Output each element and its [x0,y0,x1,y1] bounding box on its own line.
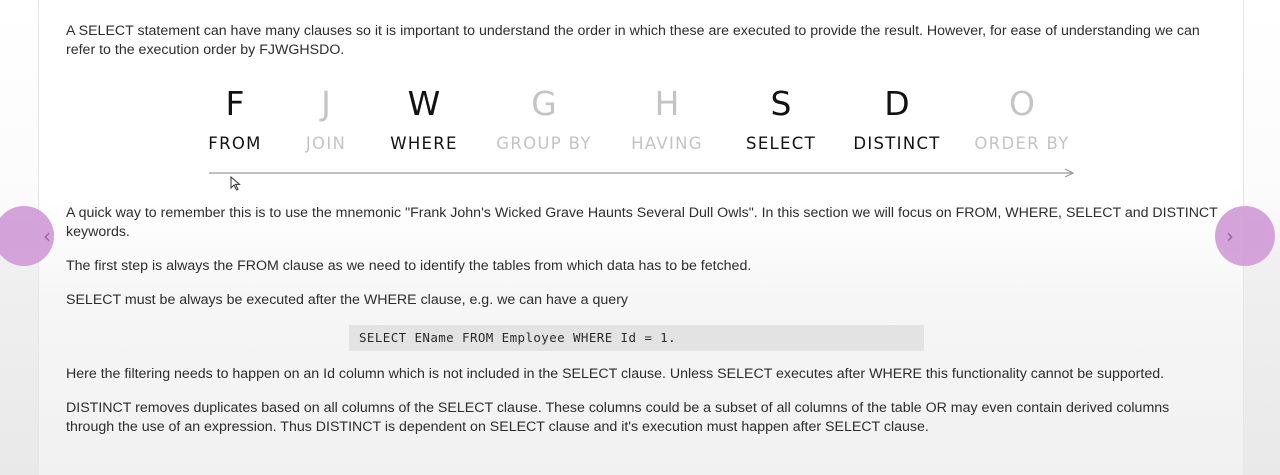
next-slide-button[interactable]: › [1215,206,1275,266]
from-paragraph: The first step is always the FROM clause… [66,258,752,274]
clause-distinct: DISTINCT [853,134,941,153]
clause-join: JOIN [305,134,347,153]
intro-paragraph: A SELECT statement can have many clauses… [66,23,1200,58]
chevron-left-icon: ‹ [43,224,51,248]
mnemonic-letter-f: F [225,84,245,123]
mnemonic-letter-h: H [654,84,680,123]
filtering-paragraph: Here the filtering needs to happen on an… [66,366,1165,382]
clause-having: HAVING [631,134,703,153]
execution-order-arrow [209,168,1075,178]
distinct-paragraph: DISTINCT removes duplicates based on all… [66,400,1170,435]
mnemonic-letter-j: J [321,84,331,123]
mnemonic-letter-s: S [770,84,792,123]
mouse-cursor-icon [230,176,241,191]
mnemonic-letter-g: G [531,84,557,123]
clause-where: WHERE [390,134,458,153]
clause-group-by: GROUP BY [496,134,592,153]
previous-slide-button[interactable]: ‹ [0,206,54,266]
where-paragraph: SELECT must be always be executed after … [66,292,629,308]
mnemonic-paragraph: A quick way to remember this is to use t… [66,205,1218,240]
mnemonic-letter-o: O [1009,84,1035,123]
clause-from: FROM [208,134,262,153]
mnemonic-letter-w: W [407,84,441,123]
clause-order-by: ORDER BY [974,134,1070,153]
code-sample: SELECT EName FROM Employee WHERE Id = 1. [349,325,924,351]
chevron-right-icon: › [1226,224,1234,248]
mnemonic-letter-d: D [884,84,910,123]
clause-select: SELECT [746,134,816,153]
